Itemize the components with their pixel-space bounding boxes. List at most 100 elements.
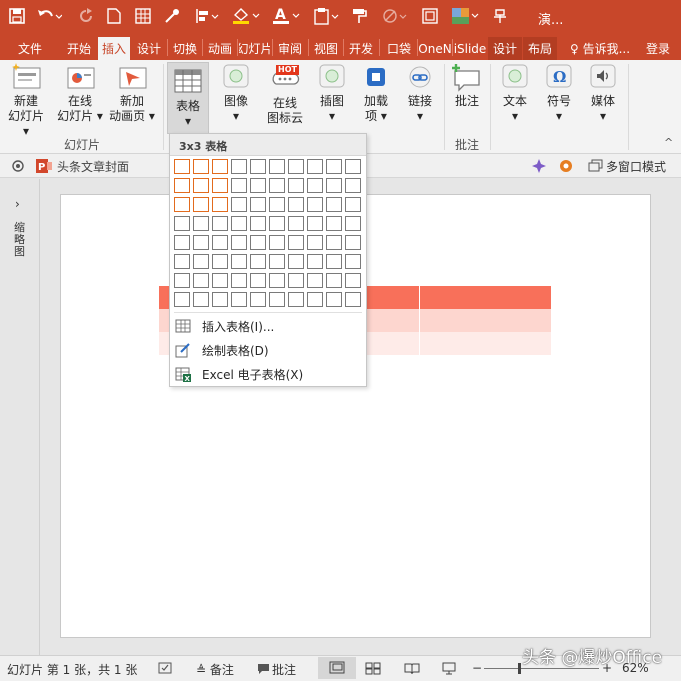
draw-table-item[interactable]: 绘制表格(D) [170, 339, 366, 361]
grid-cell[interactable] [193, 254, 209, 269]
multiwindow-mode-button[interactable]: 多窗口模式 [606, 158, 666, 175]
online-icons-button[interactable]: HOT 在线 图标云 [262, 62, 308, 134]
grid-cell[interactable] [345, 216, 361, 231]
comments-button[interactable]: 批注 [272, 661, 296, 678]
grid-cell[interactable] [326, 178, 342, 193]
grid-icon[interactable] [133, 4, 153, 28]
grid-cell[interactable] [326, 292, 342, 307]
frame-icon[interactable] [420, 4, 440, 28]
media-button[interactable]: 媒体 ▾ [584, 62, 622, 134]
grid-cell[interactable] [326, 273, 342, 288]
grid-cell[interactable] [193, 273, 209, 288]
grid-cell[interactable] [212, 159, 228, 174]
expand-pane-icon[interactable]: › [15, 197, 20, 211]
zoom-out-button[interactable]: − [472, 661, 482, 675]
image-button[interactable]: 图像 ▾ [216, 62, 256, 134]
grid-cell[interactable] [326, 254, 342, 269]
gear-outline-icon[interactable] [10, 158, 26, 177]
grid-cell[interactable] [288, 292, 304, 307]
zoom-slider[interactable] [484, 668, 599, 669]
grid-cell[interactable] [231, 159, 247, 174]
symbol-button[interactable]: Ω 符号 ▾ [540, 62, 578, 134]
tell-me-search[interactable]: ♀ 告诉我... [565, 37, 635, 60]
grid-cell[interactable] [307, 216, 323, 231]
grid-cell[interactable] [326, 216, 342, 231]
format-painter-icon[interactable] [350, 4, 370, 28]
grid-cell[interactable] [212, 273, 228, 288]
grid-cell[interactable] [326, 197, 342, 212]
grid-cell[interactable] [231, 273, 247, 288]
grid-cell[interactable] [174, 273, 190, 288]
grid-cell[interactable] [288, 197, 304, 212]
grid-cell[interactable] [174, 216, 190, 231]
tab-transitions[interactable]: 切换 [169, 37, 201, 60]
new-file-icon[interactable] [104, 4, 124, 28]
grid-cell[interactable] [250, 235, 266, 250]
addins-button[interactable]: 加载 项 ▾ [356, 62, 396, 134]
eyedropper-icon[interactable] [162, 4, 182, 28]
normal-view-button[interactable] [318, 657, 356, 679]
font-color-icon[interactable]: A [270, 4, 302, 28]
undo-icon[interactable] [34, 4, 64, 28]
grid-cell[interactable] [288, 178, 304, 193]
grid-cell[interactable] [288, 273, 304, 288]
grid-cell[interactable] [326, 159, 342, 174]
tab-table-layout[interactable]: 布局 [523, 37, 557, 60]
tab-animations[interactable]: 动画 [204, 37, 236, 60]
grid-cell[interactable] [288, 159, 304, 174]
grid-cell[interactable] [174, 235, 190, 250]
spellcheck-icon[interactable] [158, 662, 174, 679]
grid-cell[interactable] [269, 216, 285, 231]
grid-cell[interactable] [193, 159, 209, 174]
grid-cell[interactable] [345, 178, 361, 193]
grid-cell[interactable] [288, 254, 304, 269]
tab-insert[interactable]: 插入 [98, 37, 130, 60]
notes-button[interactable]: ≜ 备注 [196, 661, 234, 678]
slide-sorter-icon[interactable] [365, 662, 381, 678]
grid-cell[interactable] [345, 159, 361, 174]
grid-cell[interactable] [231, 197, 247, 212]
grid-cell[interactable] [250, 159, 266, 174]
tab-view[interactable]: 视图 [310, 37, 342, 60]
grid-cell[interactable] [269, 235, 285, 250]
illustrations-button[interactable]: 插图 ▾ [312, 62, 352, 134]
grid-cell[interactable] [250, 254, 266, 269]
grid-cell[interactable] [250, 197, 266, 212]
grid-cell[interactable] [269, 197, 285, 212]
tab-developer[interactable]: 开发 [345, 37, 377, 60]
grid-cell[interactable] [307, 178, 323, 193]
tab-islide[interactable]: iSlide [453, 37, 487, 60]
grid-cell[interactable] [231, 216, 247, 231]
zoom-slider-thumb[interactable] [518, 663, 521, 674]
color-icon[interactable] [449, 4, 481, 28]
tab-table-design[interactable]: 设计 [488, 37, 522, 60]
grid-cell[interactable] [288, 216, 304, 231]
insert-table-item[interactable]: 插入表格(I)... [170, 315, 366, 337]
grid-cell[interactable] [288, 235, 304, 250]
new-slide-button[interactable]: 新建 幻灯片 ▾ [4, 62, 48, 138]
grid-cell[interactable] [269, 178, 285, 193]
link-button[interactable]: 链接 ▾ [400, 62, 440, 134]
grid-cell[interactable] [231, 254, 247, 269]
grid-cell[interactable] [250, 292, 266, 307]
grid-cell[interactable] [269, 273, 285, 288]
online-slide-button[interactable]: 在线 幻灯片 ▾ [56, 62, 104, 134]
tab-pocket[interactable]: 口袋 [382, 37, 416, 60]
grid-cell[interactable] [193, 235, 209, 250]
grid-cell[interactable] [174, 159, 190, 174]
excel-spreadsheet-item[interactable]: X Excel 电子表格(X) [170, 363, 366, 385]
tab-design[interactable]: 设计 [133, 37, 165, 60]
grid-cell[interactable] [212, 235, 228, 250]
grid-cell[interactable] [250, 178, 266, 193]
grid-cell[interactable] [231, 178, 247, 193]
grid-cell[interactable] [193, 216, 209, 231]
grid-cell[interactable] [345, 235, 361, 250]
grid-cell[interactable] [345, 273, 361, 288]
grid-cell[interactable] [250, 273, 266, 288]
sparkle-icon[interactable] [531, 158, 547, 177]
grid-cell[interactable] [174, 178, 190, 193]
grid-cell[interactable] [307, 254, 323, 269]
grid-cell[interactable] [193, 292, 209, 307]
more-icon[interactable] [490, 4, 510, 28]
grid-cell[interactable] [174, 254, 190, 269]
